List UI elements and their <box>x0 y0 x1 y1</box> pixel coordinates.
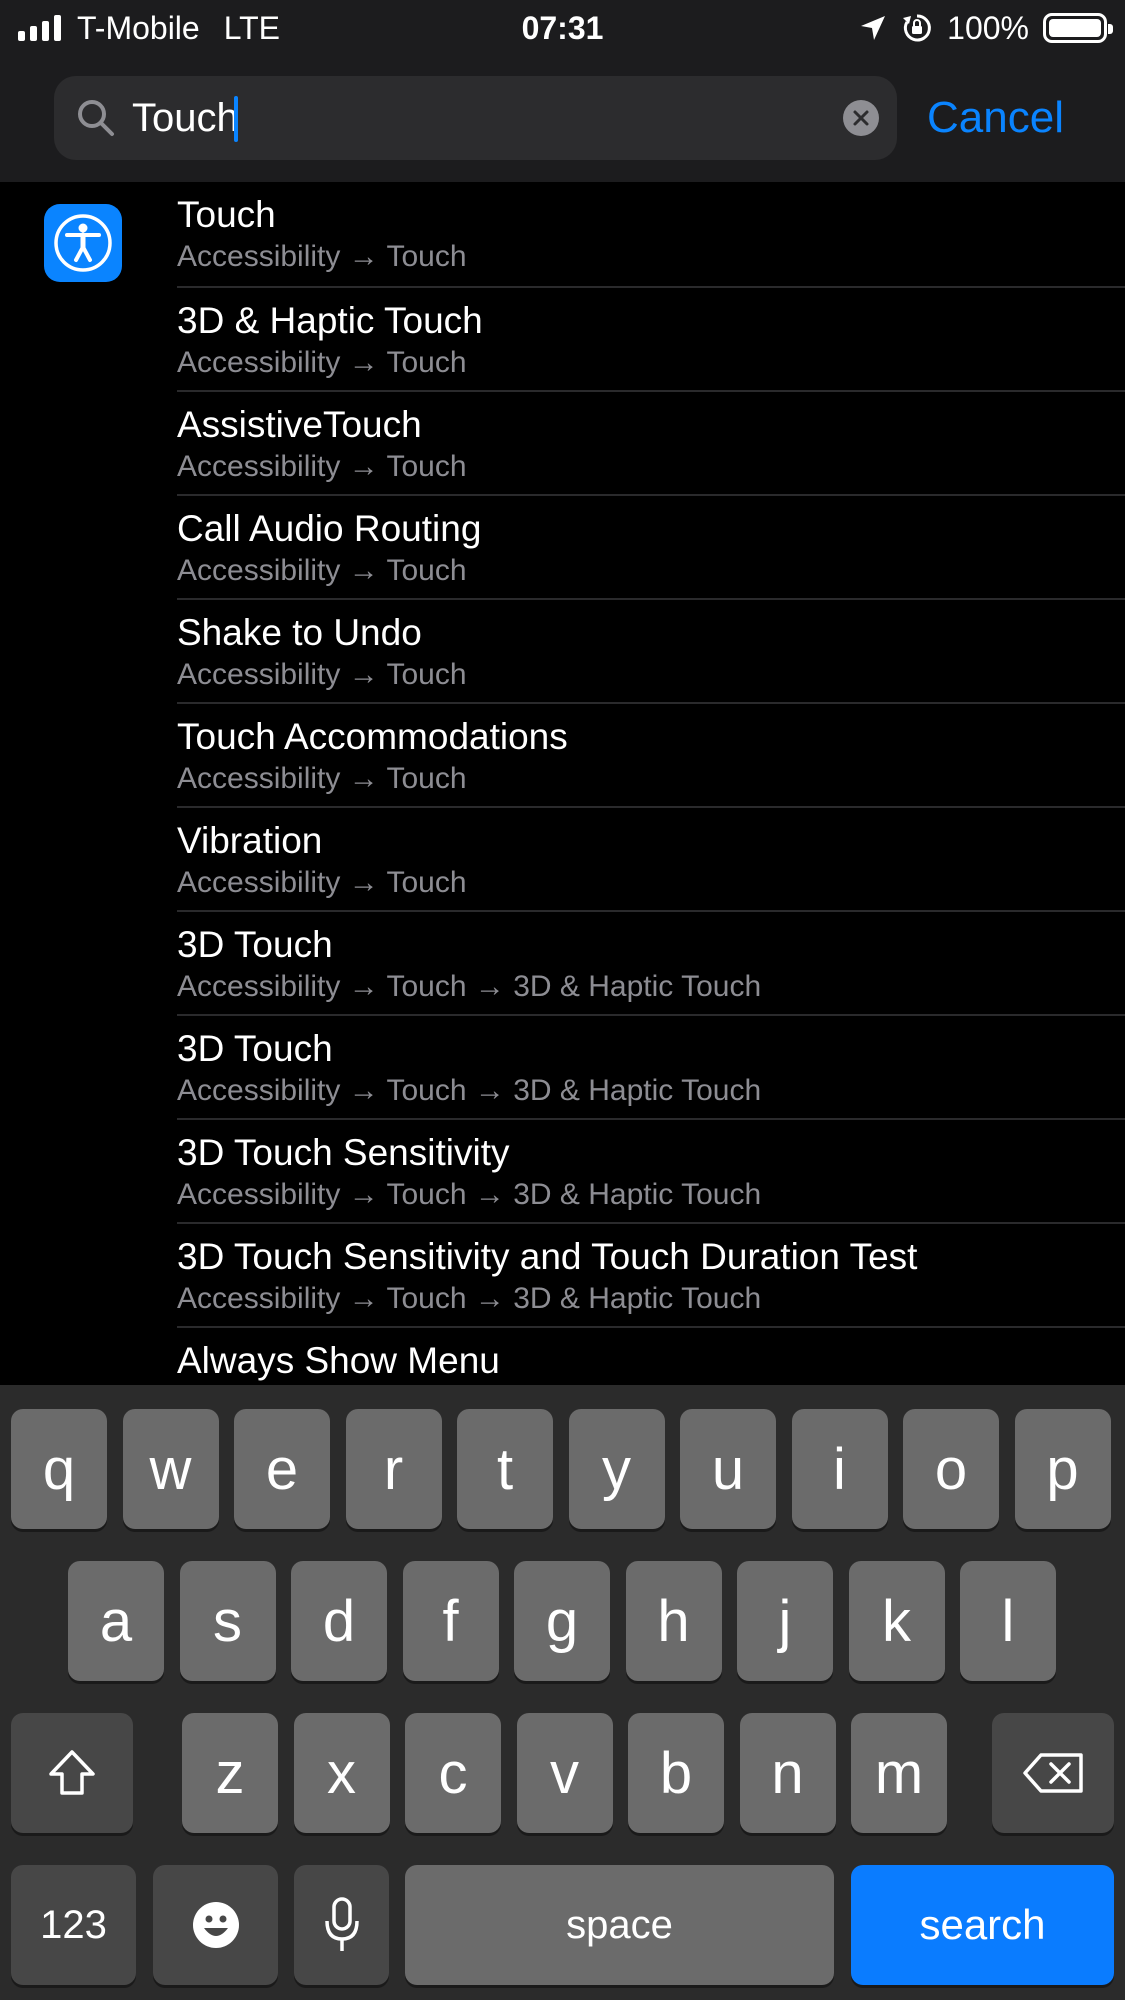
key-g[interactable]: g <box>514 1561 610 1681</box>
clear-circle-icon[interactable] <box>843 100 879 136</box>
search-key[interactable]: search <box>851 1865 1114 1985</box>
search-result-row[interactable]: 3D Touch Sensitivity Accessibility → Touc… <box>177 1118 1125 1222</box>
key-l[interactable]: l <box>960 1561 1056 1681</box>
result-title: 3D Touch Sensitivity <box>177 1132 510 1173</box>
dictation-key[interactable] <box>294 1865 389 1985</box>
result-path: Accessibility → Touch <box>177 658 467 691</box>
search-result-row[interactable]: 3D Touch Accessibility → Touch → 3D & Hap… <box>177 910 1125 1014</box>
result-path: Accessibility → Touch <box>177 346 467 379</box>
key-q[interactable]: q <box>11 1409 107 1529</box>
backspace-icon <box>1023 1753 1083 1793</box>
emoji-icon <box>192 1902 239 1948</box>
result-title: 3D Touch <box>177 1028 333 1069</box>
space-key[interactable]: space <box>405 1865 834 1985</box>
search-result-row[interactable]: Call Audio Routing Accessibility → Touch <box>177 494 1125 598</box>
key-e[interactable]: e <box>234 1409 330 1529</box>
status-bar: T-Mobile LTE 07:31 100% <box>0 0 1125 56</box>
key-s[interactable]: s <box>179 1561 276 1681</box>
key-m[interactable]: m <box>851 1713 947 1833</box>
result-path: Accessibility → Touch → 3D & Haptic Touc… <box>177 1282 762 1315</box>
result-path: Accessibility → Touch <box>177 762 467 795</box>
result-title: 3D Touch <box>177 924 333 965</box>
search-result-row[interactable]: Vibration Accessibility → Touch <box>177 806 1125 910</box>
cancel-button[interactable]: Cancel <box>927 76 1064 160</box>
backspace-key[interactable] <box>992 1713 1114 1833</box>
search-result-row[interactable]: 3D & Haptic Touch Accessibility → Touch <box>177 286 1125 390</box>
search-icon <box>78 100 114 136</box>
key-j[interactable]: j <box>737 1561 833 1681</box>
emoji-key[interactable] <box>153 1865 278 1985</box>
key-y[interactable]: y <box>568 1409 665 1529</box>
search-result-row[interactable]: Always Show Menu <box>177 1326 1125 1385</box>
result-title: 3D Touch Sensitivity and Touch Duration … <box>177 1236 918 1277</box>
key-k[interactable]: k <box>848 1561 945 1681</box>
battery-icon <box>1043 13 1113 43</box>
orientation-lock-icon <box>903 14 932 42</box>
search-result-row[interactable]: Touch Accessibility → Touch <box>177 182 1125 286</box>
result-title: Vibration <box>177 820 323 861</box>
key-n[interactable]: n <box>739 1713 836 1833</box>
keyboard: qwertyuiop asdfghjkl zxcvbnm 123 space s… <box>0 1385 1125 2000</box>
search-result-row[interactable]: 3D Touch Accessibility → Touch → 3D & Hap… <box>177 1014 1125 1118</box>
key-w[interactable]: w <box>122 1409 219 1529</box>
result-path: Accessibility → Touch → 3D & Haptic Touc… <box>177 1074 762 1107</box>
result-path: Accessibility → Touch <box>177 866 467 899</box>
shift-key[interactable] <box>11 1713 133 1833</box>
numbers-key[interactable]: 123 <box>11 1865 136 1985</box>
result-title: Touch Accommodations <box>177 716 568 757</box>
result-title: Touch <box>177 194 276 235</box>
key-z[interactable]: z <box>182 1713 278 1833</box>
clear-x-icon <box>853 110 869 126</box>
search-result-row[interactable]: 3D Touch Sensitivity and Touch Duration … <box>177 1222 1125 1326</box>
result-path: Accessibility → Touch → 3D & Haptic Touc… <box>177 1178 762 1211</box>
search-result-row[interactable]: Shake to Undo Accessibility → Touch <box>177 598 1125 702</box>
key-u[interactable]: u <box>680 1409 776 1529</box>
key-i[interactable]: i <box>791 1409 888 1529</box>
result-title: Always Show Menu <box>177 1340 500 1381</box>
search-results: Touch Accessibility → Touch 3D & Haptic To… <box>0 182 1125 1385</box>
search-header: Cancel <box>0 56 1125 182</box>
battery-percent: 100% <box>947 9 1029 46</box>
text-cursor <box>234 96 238 142</box>
result-path: Accessibility → Touch → 3D & Haptic Touc… <box>177 970 762 1003</box>
key-a[interactable]: a <box>68 1561 164 1681</box>
result-title: Shake to Undo <box>177 612 422 653</box>
key-o[interactable]: o <box>903 1409 999 1529</box>
key-v[interactable]: v <box>516 1713 613 1833</box>
result-title: 3D & Haptic Touch <box>177 300 483 341</box>
key-r[interactable]: r <box>345 1409 442 1529</box>
key-b[interactable]: b <box>628 1713 724 1833</box>
key-c[interactable]: c <box>405 1713 501 1833</box>
shift-icon <box>49 1750 95 1795</box>
result-path: Accessibility → Touch <box>177 450 467 483</box>
settings-search-screen: T-Mobile LTE 07:31 100% Touch Cancel Tou… <box>0 0 1125 2000</box>
accessibility-icon <box>44 204 122 282</box>
key-h[interactable]: h <box>625 1561 722 1681</box>
location-arrow-icon <box>861 16 886 40</box>
key-p[interactable]: p <box>1014 1409 1111 1529</box>
microphone-icon <box>324 1897 359 1951</box>
key-x[interactable]: x <box>293 1713 390 1833</box>
search-field[interactable] <box>54 76 897 160</box>
key-t[interactable]: t <box>457 1409 553 1529</box>
key-f[interactable]: f <box>402 1561 499 1681</box>
result-title: AssistiveTouch <box>177 404 422 445</box>
key-d[interactable]: d <box>291 1561 387 1681</box>
search-result-row[interactable]: AssistiveTouch Accessibility → Touch <box>177 390 1125 494</box>
result-path: Accessibility → Touch <box>177 240 467 273</box>
result-path: Accessibility → Touch <box>177 554 467 587</box>
search-result-row[interactable]: Touch Accommodations Accessibility → Touc… <box>177 702 1125 806</box>
status-right: 100% <box>859 8 1113 48</box>
result-title: Call Audio Routing <box>177 508 482 549</box>
